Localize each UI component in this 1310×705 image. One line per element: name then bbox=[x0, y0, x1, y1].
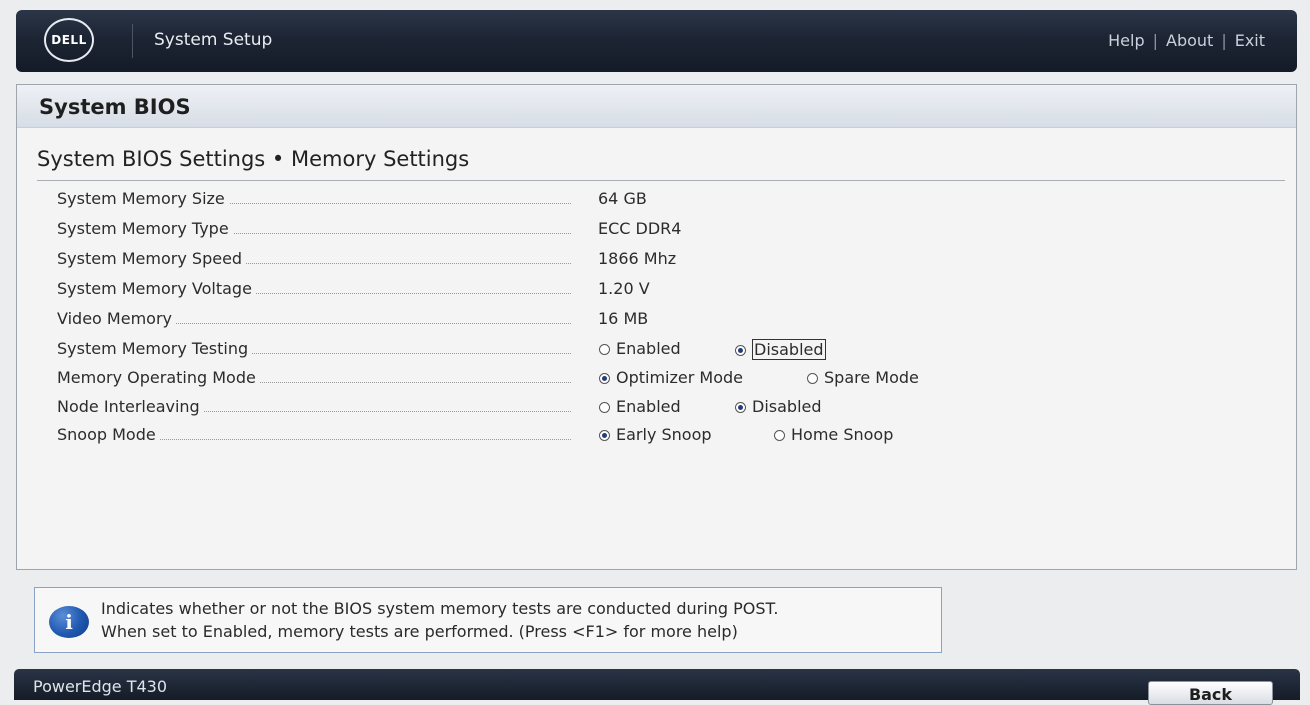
radio-button[interactable] bbox=[599, 402, 610, 413]
header-divider bbox=[132, 24, 133, 58]
memory-testing-disabled-option[interactable]: Disabled bbox=[735, 339, 826, 360]
help-line-2: When set to Enabled, memory tests are pe… bbox=[101, 622, 738, 641]
home-snoop-option[interactable]: Home Snoop bbox=[774, 425, 893, 444]
back-button[interactable]: Back bbox=[1148, 681, 1273, 705]
radio-button[interactable] bbox=[735, 402, 746, 413]
setting-row-memory-type: System Memory Type ECC DDR4 bbox=[57, 219, 1257, 243]
setting-row-snoop-mode: Snoop Mode Early Snoop Home Snoop bbox=[57, 425, 1257, 449]
nav-separator: | bbox=[1221, 31, 1227, 50]
nav-separator: | bbox=[1152, 31, 1158, 50]
option-label: Optimizer Mode bbox=[616, 368, 743, 387]
option-label: Disabled bbox=[752, 397, 822, 416]
setting-label: Node Interleaving bbox=[57, 397, 204, 416]
help-panel: i Indicates whether or not the BIOS syst… bbox=[34, 587, 942, 653]
setting-label: System Memory Size bbox=[57, 189, 229, 208]
help-line-1: Indicates whether or not the BIOS system… bbox=[101, 599, 779, 618]
node-interleaving-enabled-option[interactable]: Enabled bbox=[599, 397, 681, 416]
setting-label: Snoop Mode bbox=[57, 425, 160, 444]
help-link[interactable]: Help bbox=[1108, 31, 1144, 50]
radio-button[interactable] bbox=[735, 345, 746, 356]
radio-button[interactable] bbox=[599, 430, 610, 441]
exit-link[interactable]: Exit bbox=[1235, 31, 1265, 50]
setting-row-memory-testing: System Memory Testing Enabled Disabled bbox=[57, 339, 1257, 363]
setting-row-memory-speed: System Memory Speed 1866 Mhz bbox=[57, 249, 1257, 273]
top-nav: Help | About | Exit bbox=[1108, 31, 1265, 50]
setting-value: 1866 Mhz bbox=[598, 249, 677, 268]
option-label: Enabled bbox=[616, 339, 681, 358]
help-text: Indicates whether or not the BIOS system… bbox=[101, 597, 778, 643]
setting-label: System Memory Testing bbox=[57, 339, 253, 358]
setting-label: System Memory Type bbox=[57, 219, 233, 238]
setting-value: 16 MB bbox=[598, 309, 649, 328]
setting-label: Memory Operating Mode bbox=[57, 368, 260, 387]
title-bar: System BIOS bbox=[17, 85, 1296, 128]
node-interleaving-disabled-option[interactable]: Disabled bbox=[735, 397, 822, 416]
setting-label: System Memory Speed bbox=[57, 249, 247, 268]
memory-testing-enabled-option[interactable]: Enabled bbox=[599, 339, 681, 358]
optimizer-mode-option[interactable]: Optimizer Mode bbox=[599, 368, 743, 387]
radio-button[interactable] bbox=[807, 373, 818, 384]
system-model: PowerEdge T430 bbox=[33, 677, 168, 696]
spare-mode-option[interactable]: Spare Mode bbox=[807, 368, 919, 387]
dell-logo: DELL bbox=[44, 18, 94, 62]
option-label: Disabled bbox=[752, 339, 826, 360]
page-subtitle: System BIOS Settings • Memory Settings bbox=[37, 147, 470, 171]
setting-row-node-interleaving: Node Interleaving Enabled Disabled bbox=[57, 397, 1257, 421]
early-snoop-option[interactable]: Early Snoop bbox=[599, 425, 712, 444]
setting-row-video-memory: Video Memory 16 MB bbox=[57, 309, 1257, 333]
about-link[interactable]: About bbox=[1166, 31, 1213, 50]
subtitle-divider bbox=[37, 180, 1285, 181]
setting-label: Video Memory bbox=[57, 309, 176, 328]
setting-row-memory-operating-mode: Memory Operating Mode Optimizer Mode Spa… bbox=[57, 368, 1257, 392]
radio-button[interactable] bbox=[599, 373, 610, 384]
info-icon: i bbox=[49, 606, 89, 638]
top-header-bar: DELL System Setup Help | About | Exit bbox=[16, 10, 1297, 72]
option-label: Early Snoop bbox=[616, 425, 712, 444]
app-title: System Setup bbox=[154, 30, 273, 50]
setting-label: System Memory Voltage bbox=[57, 279, 256, 298]
option-label: Spare Mode bbox=[824, 368, 919, 387]
footer-bar: PowerEdge T430 bbox=[14, 669, 1300, 700]
setting-row-memory-size: System Memory Size 64 GB bbox=[57, 189, 1257, 213]
page-title: System BIOS bbox=[39, 95, 191, 119]
setting-value: ECC DDR4 bbox=[598, 219, 682, 238]
radio-button[interactable] bbox=[774, 430, 785, 441]
option-label: Home Snoop bbox=[791, 425, 894, 444]
option-label: Enabled bbox=[616, 397, 681, 416]
setting-row-memory-voltage: System Memory Voltage 1.20 V bbox=[57, 279, 1257, 303]
radio-button[interactable] bbox=[599, 344, 610, 355]
main-panel: System BIOS System BIOS Settings • Memor… bbox=[16, 84, 1297, 570]
setting-value: 64 GB bbox=[598, 189, 647, 208]
setting-value: 1.20 V bbox=[598, 279, 650, 298]
